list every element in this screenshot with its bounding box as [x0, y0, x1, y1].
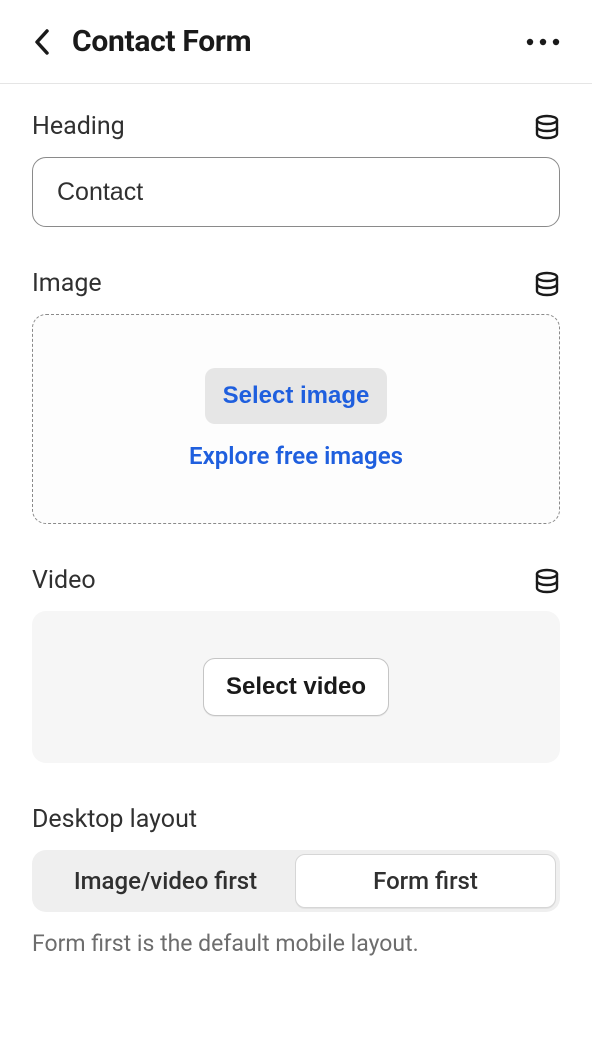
field-header: Image	[32, 269, 560, 298]
panel-header: Contact Form	[0, 0, 592, 84]
image-dropzone[interactable]: Select image Explore free images	[32, 314, 560, 524]
desktop-layout-help: Form first is the default mobile layout.	[32, 930, 560, 957]
select-video-button[interactable]: Select video	[203, 658, 389, 716]
desktop-layout-label: Desktop layout	[32, 805, 197, 834]
header-left: Contact Form	[28, 24, 251, 59]
back-icon[interactable]	[28, 28, 56, 56]
layout-option-form-first[interactable]: Form first	[295, 854, 556, 908]
layout-option-image-first[interactable]: Image/video first	[36, 854, 295, 908]
database-icon[interactable]	[534, 568, 560, 594]
image-label: Image	[32, 269, 102, 298]
field-header: Video	[32, 566, 560, 595]
field-desktop-layout: Desktop layout Image/video first Form fi…	[32, 805, 560, 957]
heading-label: Heading	[32, 112, 125, 141]
field-image: Image Select image Explore free images	[32, 269, 560, 524]
field-header: Desktop layout	[32, 805, 560, 834]
field-heading: Heading	[32, 112, 560, 227]
database-icon[interactable]	[534, 271, 560, 297]
field-header: Heading	[32, 112, 560, 141]
select-image-button[interactable]: Select image	[205, 368, 388, 424]
database-icon[interactable]	[534, 114, 560, 140]
heading-input[interactable]	[32, 157, 560, 227]
desktop-layout-segmented: Image/video first Form first	[32, 850, 560, 912]
panel-content: Heading Image Select im	[0, 84, 592, 957]
video-box: Select video	[32, 611, 560, 763]
more-icon[interactable]	[526, 38, 560, 46]
field-video: Video Select video	[32, 566, 560, 763]
video-label: Video	[32, 566, 96, 595]
page-title: Contact Form	[72, 24, 251, 59]
explore-images-link[interactable]: Explore free images	[189, 442, 403, 470]
